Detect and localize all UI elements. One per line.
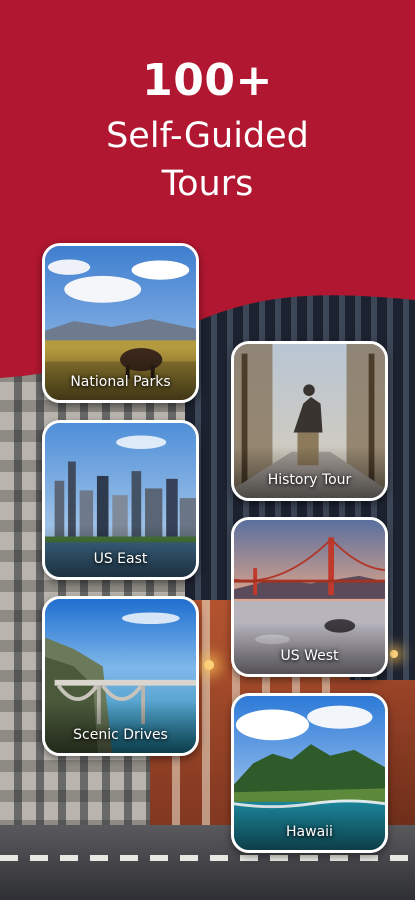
tour-label: Hawaii [286,824,333,840]
headline-line-1: Self-Guided [106,116,309,156]
crosswalk [0,855,415,861]
tour-card-history-tour[interactable]: History Tour [231,341,388,501]
headline: 100+ Self-Guided Tours [0,52,415,206]
tour-label: National Parks [70,374,171,390]
tour-label: History Tour [267,472,352,488]
tour-card-scenic-drives[interactable]: Scenic Drives [42,596,199,756]
tour-label: Scenic Drives [73,727,168,743]
tour-label: US East [93,551,148,567]
tour-card-us-west[interactable]: US West [231,517,388,677]
tour-card-national-parks[interactable]: National Parks [42,243,199,403]
street-lamp [204,660,214,670]
headline-line-2: Tours [161,164,254,204]
tour-count: 100+ [142,55,273,106]
tour-card-us-east[interactable]: US East [42,420,199,580]
tour-label: US West [280,648,339,664]
tour-card-hawaii[interactable]: Hawaii [231,693,388,853]
street-lamp [390,650,398,658]
